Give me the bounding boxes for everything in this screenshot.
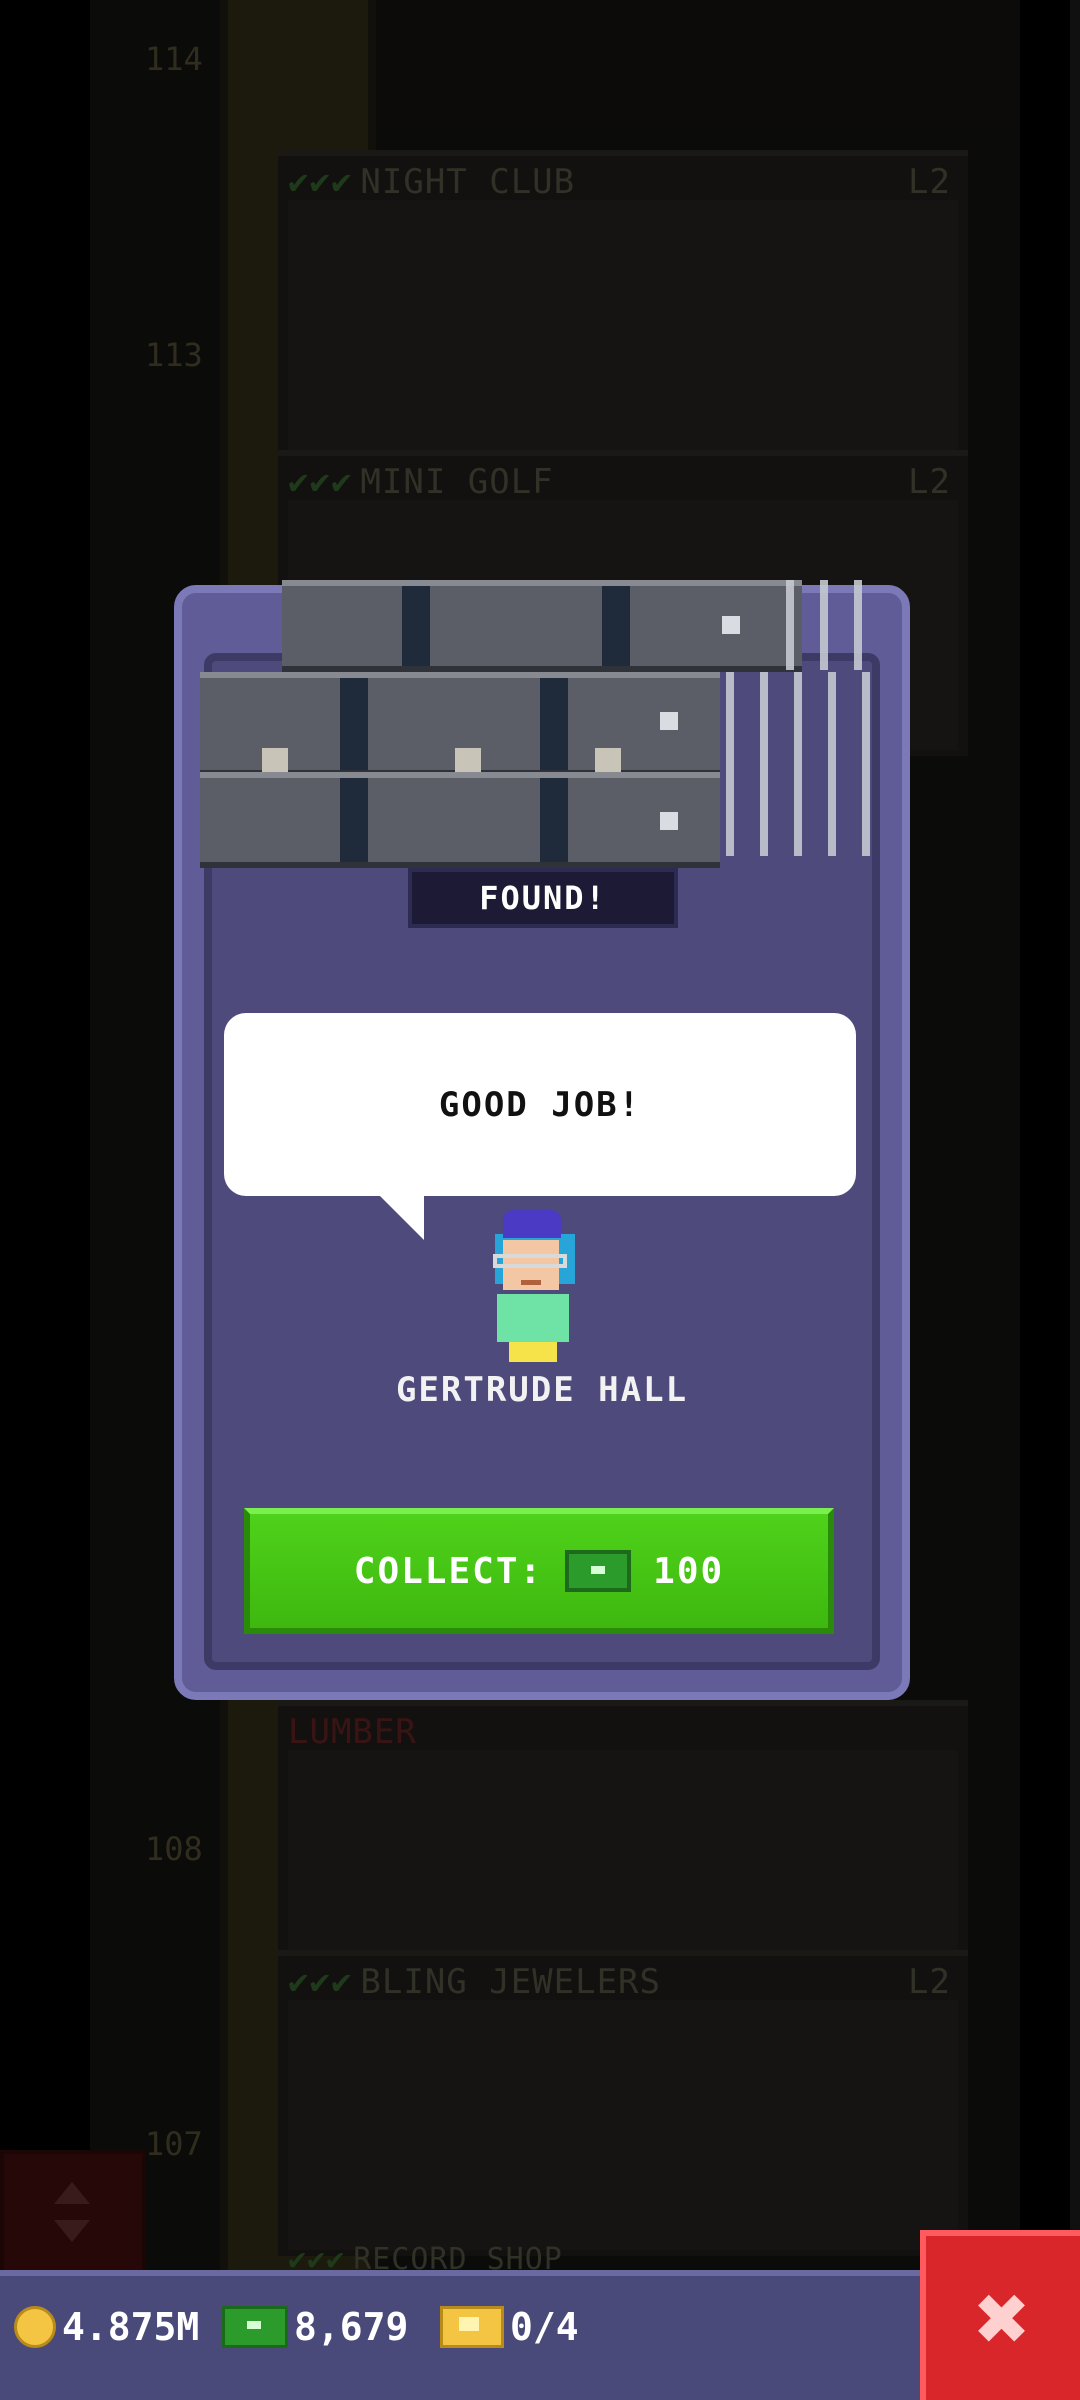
coins-stat: 4.875M [14, 2302, 199, 2352]
bitizen-avatar [485, 1210, 585, 1365]
tickets-value: 0/4 [510, 2305, 579, 2349]
close-button[interactable]: ✖ [920, 2230, 1080, 2400]
coin-icon [14, 2306, 56, 2348]
coins-value: 4.875M [62, 2305, 200, 2349]
bux-stat: 8,679 [222, 2302, 408, 2352]
bux-icon [565, 1550, 632, 1592]
found-status-label: FOUND! [408, 868, 678, 928]
bux-icon [222, 2306, 288, 2348]
game-screen: 114 ✔✔✔ NIGHT CLUB L2 113 ✔✔✔ MINI GOLF L2… [0, 0, 1080, 2400]
crate-illustration [282, 580, 802, 672]
collect-button[interactable]: COLLECT: 100 [244, 1508, 834, 1634]
character-name: GERTRUDE HALL [395, 1370, 689, 1410]
collect-label: COLLECT: [353, 1550, 544, 1592]
ladder-illustration [760, 580, 870, 670]
ticket-icon [440, 2306, 504, 2348]
collect-amount: 100 [653, 1550, 725, 1592]
speech-bubble-tail [380, 1196, 424, 1240]
bottom-status-bar: 4.875M 8,679 0/4 [0, 2270, 1080, 2400]
speech-text: GOOD JOB! [438, 1084, 642, 1125]
ladder-illustration [700, 672, 880, 856]
crate-illustration [200, 772, 720, 868]
crate-illustration [200, 672, 720, 794]
close-icon: ✖ [975, 2264, 1031, 2372]
speech-bubble: GOOD JOB! [224, 1013, 856, 1196]
bux-value: 8,679 [294, 2305, 409, 2349]
tickets-stat: 0/4 [440, 2302, 579, 2352]
